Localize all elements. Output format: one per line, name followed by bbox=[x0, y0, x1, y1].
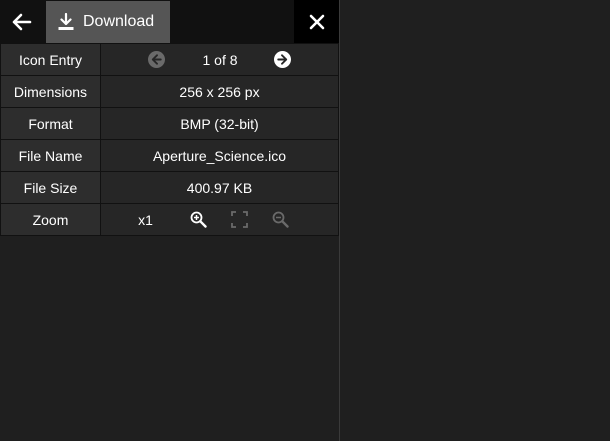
side-panel: Download Icon Entry 1 of 8 Dimensions 25… bbox=[0, 0, 340, 441]
fit-to-screen-button[interactable] bbox=[230, 211, 248, 228]
file-size-value: 400.97 KB bbox=[100, 171, 339, 204]
download-label: Download bbox=[83, 13, 155, 30]
close-icon bbox=[309, 14, 324, 29]
file-name-label: File Name bbox=[0, 139, 101, 172]
row-file-name: File Name Aperture_Science.ico bbox=[0, 139, 339, 172]
dimensions-label: Dimensions bbox=[0, 75, 101, 108]
next-entry-button[interactable] bbox=[273, 51, 291, 68]
file-size-label: File Size bbox=[0, 171, 101, 204]
icon-entry-cell: 1 of 8 bbox=[100, 43, 339, 76]
zoom-out-button[interactable] bbox=[272, 211, 289, 228]
row-dimensions: Dimensions 256 x 256 px bbox=[0, 75, 339, 108]
download-icon bbox=[58, 13, 74, 31]
zoom-out-icon bbox=[272, 211, 289, 228]
preview-area bbox=[340, 0, 610, 441]
icon-entry-label: Icon Entry bbox=[0, 43, 101, 76]
format-value: BMP (32-bit) bbox=[100, 107, 339, 140]
toolbar: Download bbox=[0, 0, 339, 43]
row-format: Format BMP (32-bit) bbox=[0, 107, 339, 140]
previous-entry-button[interactable] bbox=[148, 51, 166, 68]
icon-info-table: Icon Entry 1 of 8 Dimensions 256 x 256 p… bbox=[0, 43, 339, 236]
row-file-size: File Size 400.97 KB bbox=[0, 171, 339, 204]
fullscreen-icon bbox=[230, 211, 248, 228]
arrow-left-icon bbox=[12, 13, 32, 30]
row-zoom: Zoom x1 bbox=[0, 203, 339, 236]
dimensions-value: 256 x 256 px bbox=[100, 75, 339, 108]
file-name-value: Aperture_Science.ico bbox=[100, 139, 339, 172]
zoom-in-icon bbox=[190, 211, 207, 228]
close-button[interactable] bbox=[294, 0, 339, 43]
arrow-circle-right-icon bbox=[273, 51, 291, 68]
zoom-cell: x1 bbox=[100, 203, 339, 236]
arrow-circle-left-icon bbox=[148, 51, 166, 68]
download-button[interactable]: Download bbox=[46, 1, 170, 43]
back-button[interactable] bbox=[0, 0, 44, 43]
format-label: Format bbox=[0, 107, 101, 140]
zoom-in-button[interactable] bbox=[190, 211, 207, 228]
zoom-label: Zoom bbox=[0, 203, 101, 236]
zoom-value: x1 bbox=[138, 211, 153, 228]
icon-entry-value: 1 of 8 bbox=[202, 51, 238, 68]
row-icon-entry: Icon Entry 1 of 8 bbox=[0, 43, 339, 76]
